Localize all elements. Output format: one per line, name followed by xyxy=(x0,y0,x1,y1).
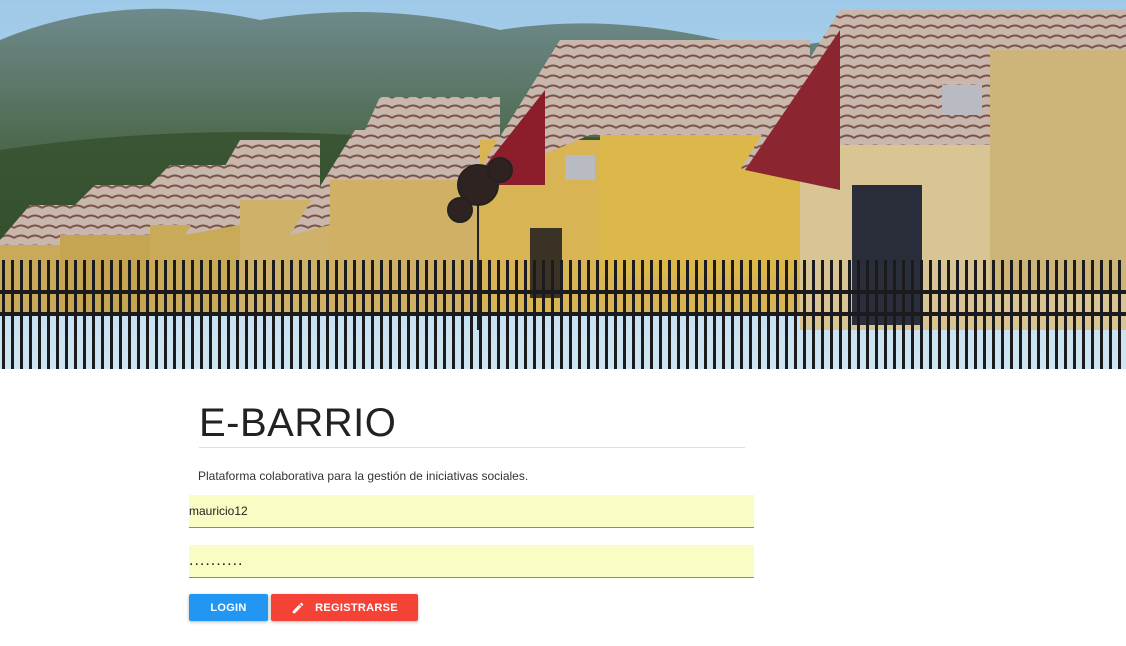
password-input[interactable] xyxy=(189,545,754,578)
username-input[interactable] xyxy=(189,495,754,528)
login-button-label: LOGIN xyxy=(210,601,247,614)
login-button[interactable]: LOGIN xyxy=(189,594,268,621)
register-button[interactable]: REGISTRARSE xyxy=(271,594,418,621)
register-button-label: REGISTRARSE xyxy=(315,601,398,614)
pencil-icon xyxy=(292,602,304,613)
app-title: E-BARRIO xyxy=(199,401,745,448)
hero-banner-image xyxy=(0,0,1126,369)
app-subtitle: Plataforma colaborativa para la gestión … xyxy=(198,469,529,483)
